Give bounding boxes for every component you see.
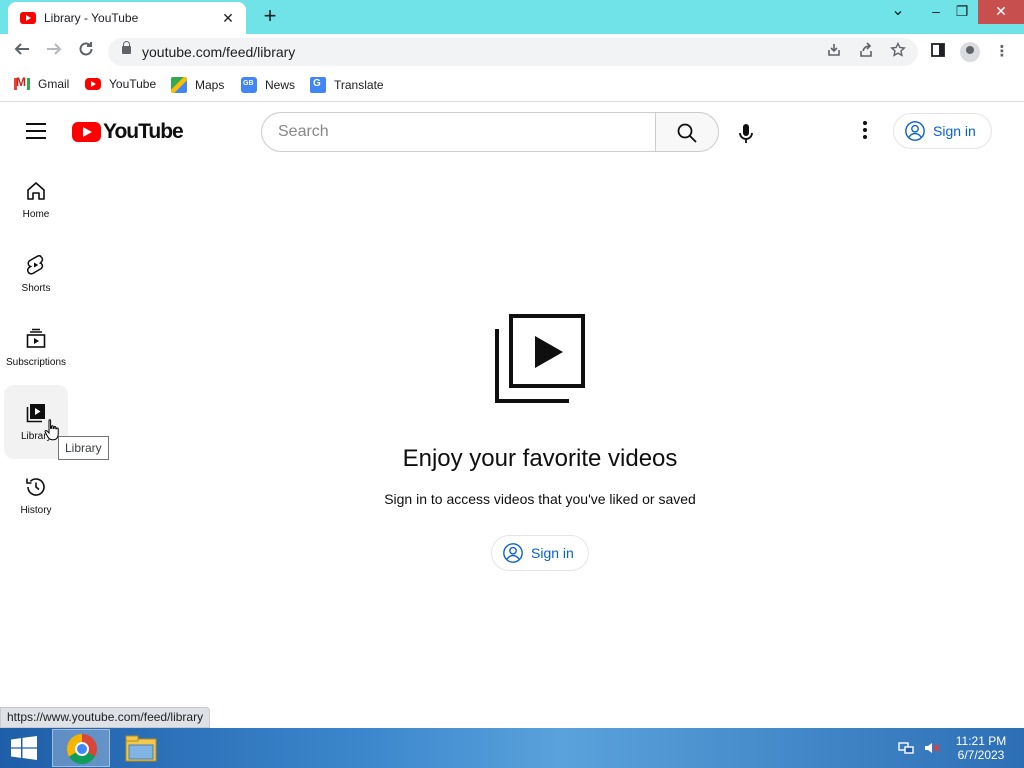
empty-state-title: Enjoy your favorite videos bbox=[402, 445, 678, 472]
bookmark-label: Gmail bbox=[38, 77, 70, 91]
windows-taskbar: 11:21 PM 6/7/2023 bbox=[0, 728, 1024, 768]
news-icon bbox=[241, 77, 257, 93]
arrow-right-icon bbox=[47, 43, 62, 55]
search-icon bbox=[677, 123, 697, 143]
youtube-favicon-icon bbox=[20, 12, 36, 24]
taskbar-clock[interactable]: 11:21 PM 6/7/2023 bbox=[946, 734, 1016, 762]
install-app-icon[interactable] bbox=[824, 42, 844, 62]
bookmark-youtube[interactable]: YouTube bbox=[85, 77, 156, 91]
bookmark-maps[interactable]: Maps bbox=[171, 77, 224, 93]
status-bar-url: https://www.youtube.com/feed/library bbox=[0, 707, 211, 728]
tab-close-icon[interactable]: ✕ bbox=[220, 10, 236, 27]
close-window-button[interactable]: ✕ bbox=[978, 0, 1024, 24]
new-tab-button[interactable]: + bbox=[258, 5, 282, 29]
bookmark-translate[interactable]: Translate bbox=[310, 77, 384, 93]
file-explorer-icon[interactable] bbox=[124, 733, 158, 763]
bookmark-news[interactable]: News bbox=[241, 77, 295, 93]
youtube-logo-text: YouTube bbox=[103, 120, 184, 143]
clock-date: 6/7/2023 bbox=[957, 748, 1005, 762]
account-circle-icon bbox=[905, 121, 925, 141]
browser-tab-library[interactable]: Library - YouTube ✕ bbox=[8, 2, 246, 34]
taskbar-chrome-button[interactable] bbox=[52, 729, 110, 767]
sidebar-item-home[interactable]: Home bbox=[4, 163, 68, 237]
bookmark-gmail[interactable]: Gmail bbox=[14, 75, 70, 91]
clock-time: 11:21 PM bbox=[955, 734, 1007, 748]
sidebar-item-subscriptions[interactable]: Subscriptions bbox=[4, 311, 68, 385]
address-bar[interactable]: youtube.com/feed/library bbox=[108, 38, 918, 66]
sign-in-button[interactable]: Sign in bbox=[893, 113, 992, 149]
bookmark-label: YouTube bbox=[109, 77, 157, 91]
sidebar-item-label: Subscriptions bbox=[5, 357, 67, 368]
library-tooltip: Library bbox=[58, 436, 109, 460]
home-icon bbox=[27, 182, 45, 200]
microphone-icon bbox=[739, 124, 753, 143]
gmail-icon bbox=[14, 75, 30, 90]
translate-icon bbox=[310, 77, 326, 93]
lock-icon bbox=[122, 41, 131, 54]
share-icon[interactable] bbox=[856, 42, 876, 62]
reload-button[interactable] bbox=[74, 40, 98, 64]
arrow-left-icon bbox=[14, 43, 29, 55]
search-button[interactable] bbox=[655, 112, 719, 152]
account-circle-icon bbox=[503, 543, 523, 563]
sidebar-item-label: Shorts bbox=[21, 283, 51, 294]
sign-in-label: Sign in bbox=[933, 123, 976, 139]
profile-avatar-icon bbox=[960, 42, 980, 62]
bookmark-label: Maps bbox=[195, 78, 225, 92]
sign-in-label: Sign in bbox=[531, 545, 574, 561]
search-input[interactable]: Search bbox=[261, 112, 656, 152]
chrome-icon bbox=[67, 734, 97, 764]
maps-icon bbox=[171, 77, 187, 93]
address-bar-url: youtube.com/feed/library bbox=[142, 44, 296, 60]
back-button[interactable] bbox=[10, 40, 34, 64]
tab-search-chevron-icon[interactable]: ⌄ bbox=[880, 0, 916, 24]
guide-menu-icon[interactable] bbox=[26, 123, 46, 139]
youtube-logo[interactable]: YouTube bbox=[72, 120, 184, 144]
network-icon[interactable] bbox=[898, 740, 914, 756]
chrome-menu-icon[interactable]: ⋮ bbox=[992, 42, 1012, 62]
restore-button[interactable]: ❐ bbox=[944, 0, 980, 24]
reload-icon bbox=[79, 42, 93, 56]
sidebar-item-shorts[interactable]: Shorts bbox=[4, 237, 68, 311]
hand-cursor-icon bbox=[44, 419, 59, 441]
system-tray bbox=[898, 740, 940, 756]
library-video-icon bbox=[495, 314, 585, 403]
profile-button[interactable] bbox=[960, 42, 980, 62]
volume-muted-icon[interactable] bbox=[924, 740, 940, 756]
voice-search-button[interactable] bbox=[730, 117, 762, 149]
shorts-icon bbox=[27, 254, 44, 275]
subscriptions-icon bbox=[26, 328, 46, 348]
youtube-play-logo-icon bbox=[72, 122, 101, 142]
settings-kebab-icon[interactable] bbox=[856, 121, 874, 143]
bookmark-label: News bbox=[265, 78, 296, 92]
youtube-masthead: YouTube Search Sign in bbox=[0, 103, 1024, 159]
sidebar-item-label: Home bbox=[22, 209, 50, 220]
bookmarks-bar: Gmail YouTube Maps News Translate bbox=[0, 70, 1024, 102]
browser-tab-strip: Library - YouTube ✕ + ⌄ – ❐ ✕ bbox=[0, 0, 1024, 34]
browser-toolbar: youtube.com/feed/library ⋮ bbox=[0, 34, 1024, 70]
tab-title: Library - YouTube bbox=[44, 11, 139, 25]
side-panel-icon[interactable] bbox=[928, 42, 948, 62]
forward-button[interactable] bbox=[42, 40, 66, 64]
empty-state-subtitle: Sign in to access videos that you've lik… bbox=[384, 491, 696, 507]
windows-start-icon[interactable] bbox=[10, 736, 38, 760]
youtube-icon bbox=[85, 78, 101, 90]
bookmark-star-icon[interactable] bbox=[888, 41, 908, 62]
empty-state-sign-in-button[interactable]: Sign in bbox=[491, 535, 589, 571]
bookmark-label: Translate bbox=[334, 78, 384, 92]
